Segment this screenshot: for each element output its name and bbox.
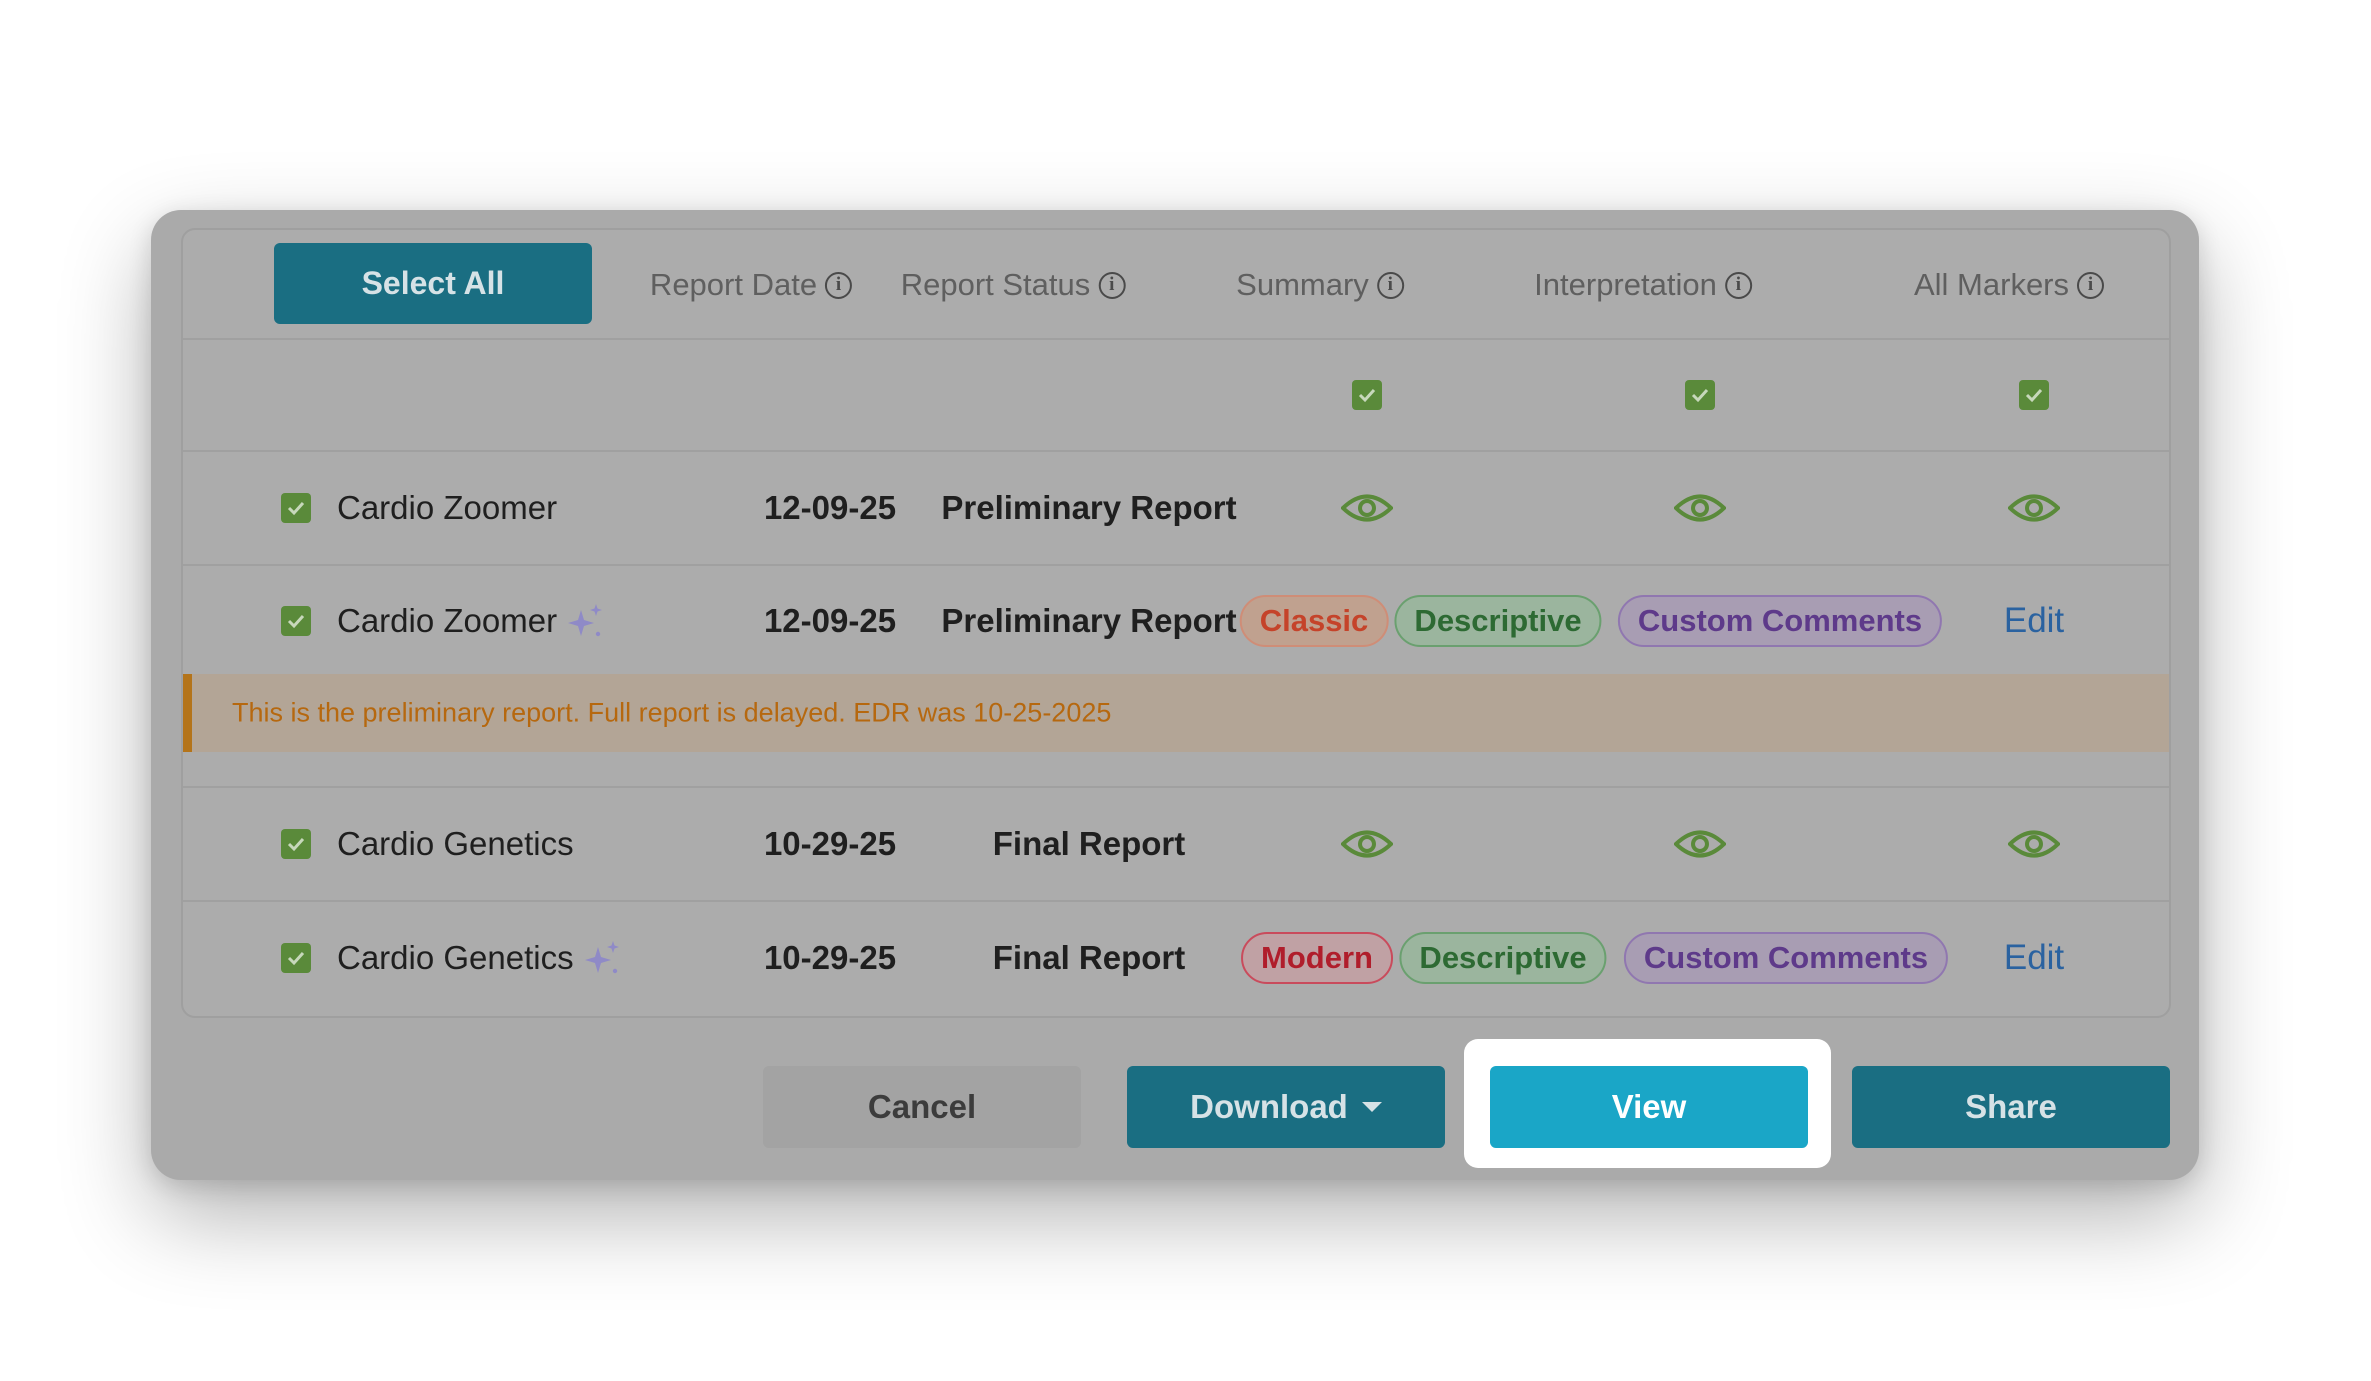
info-icon[interactable]: i	[1098, 271, 1126, 299]
info-icon[interactable]: i	[825, 271, 853, 299]
checkbox-checked-icon[interactable]	[281, 493, 311, 523]
column-report-status: Report Status i	[901, 267, 1126, 303]
checkbox-checked-icon[interactable]	[1352, 380, 1382, 410]
report-name: Cardio Zoomer	[337, 489, 558, 526]
table-row: Cardio Zoomer 12-09-25 Preliminary Repor…	[183, 452, 2169, 566]
alert-text: This is the preliminary report. Full rep…	[232, 697, 1112, 728]
delay-alert: This is the preliminary report. Full rep…	[183, 674, 2169, 752]
table-row: Cardio Genetics 10-29-25 Final Report	[183, 788, 2169, 902]
summary-style-tag[interactable]: Modern	[1241, 932, 1393, 984]
interpretation-style-tag[interactable]: Descriptive	[1399, 932, 1607, 984]
info-icon[interactable]: i	[2077, 271, 2105, 299]
report-date: 12-09-25	[763, 489, 897, 526]
report-status: Preliminary Report	[941, 489, 1237, 526]
table-header: Select All Report Date i Report Status i…	[183, 230, 2169, 340]
report-date: 10-29-25	[763, 825, 897, 862]
summary-style-tag[interactable]: Classic	[1239, 595, 1389, 647]
caret-down-icon	[1361, 1102, 1382, 1112]
report-name: Cardio Genetics	[337, 939, 622, 977]
markers-style-tag[interactable]: Custom Comments	[1623, 932, 1949, 984]
view-button[interactable]: View	[1490, 1066, 1808, 1148]
column-all-markers: All Markers i	[1914, 267, 2105, 303]
interpretation-style-tag[interactable]: Descriptive	[1394, 595, 1602, 647]
row-divider	[183, 754, 2169, 788]
download-label: Download	[1190, 1088, 1348, 1125]
column-report-date: Report Date i	[650, 267, 853, 303]
report-status: Preliminary Report	[941, 602, 1237, 639]
checkbox-checked-icon[interactable]	[1685, 380, 1715, 410]
report-dialog: Select All Report Date i Report Status i…	[151, 210, 2199, 1180]
column-select-row	[183, 340, 2169, 452]
eye-icon[interactable]	[1341, 827, 1393, 861]
select-all-button[interactable]: Select All	[274, 243, 592, 324]
eye-icon[interactable]	[1674, 827, 1726, 861]
checkbox-checked-icon[interactable]	[281, 943, 311, 973]
info-icon[interactable]: i	[1376, 271, 1404, 299]
report-status: Final Report	[992, 939, 1186, 976]
report-date: 10-29-25	[763, 939, 897, 976]
checkbox-checked-icon[interactable]	[2019, 380, 2049, 410]
share-button[interactable]: Share	[1852, 1066, 2170, 1148]
report-name: Cardio Genetics	[337, 825, 574, 862]
edit-link[interactable]: Edit	[2004, 938, 2064, 978]
report-date: 12-09-25	[763, 602, 897, 639]
table-row: Cardio Zoomer 12-09-25 Preliminary Repor…	[183, 566, 2169, 676]
eye-icon[interactable]	[2008, 491, 2060, 525]
column-summary: Summary i	[1236, 267, 1404, 303]
column-interpretation: Interpretation i	[1534, 267, 1752, 303]
markers-style-tag[interactable]: Custom Comments	[1617, 595, 1943, 647]
eye-icon[interactable]	[1674, 491, 1726, 525]
edit-link[interactable]: Edit	[2004, 601, 2064, 641]
checkbox-checked-icon[interactable]	[281, 829, 311, 859]
cancel-button[interactable]: Cancel	[763, 1066, 1081, 1148]
sparkle-icon	[584, 939, 622, 977]
sparkle-icon	[567, 602, 605, 640]
table-row: Cardio Genetics 10-29-25 Final Report Mo…	[183, 902, 2169, 1016]
checkbox-checked-icon[interactable]	[281, 606, 311, 636]
report-table: Select All Report Date i Report Status i…	[181, 228, 2171, 1018]
eye-icon[interactable]	[2008, 827, 2060, 861]
info-icon[interactable]: i	[1724, 271, 1752, 299]
eye-icon[interactable]	[1341, 491, 1393, 525]
report-status: Final Report	[992, 825, 1186, 862]
download-button[interactable]: Download	[1127, 1066, 1445, 1148]
report-name: Cardio Zoomer	[337, 602, 605, 640]
